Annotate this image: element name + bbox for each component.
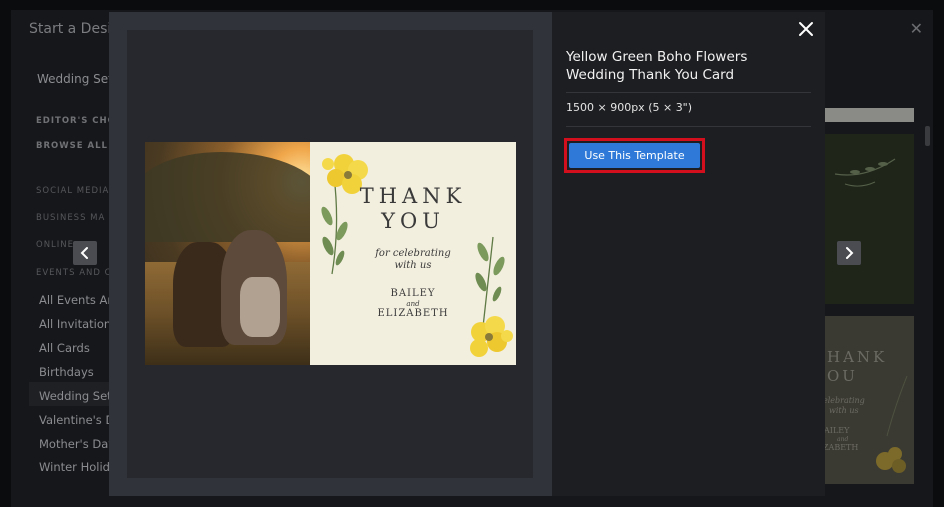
sidebar-group-online[interactable]: ONLINE	[36, 240, 74, 250]
sidebar-group-events[interactable]: EVENTS AND C	[36, 268, 112, 278]
background-template-card[interactable]: HANK OU elebrating with us AILEY and ZAB…	[825, 316, 914, 484]
divider	[566, 126, 811, 127]
sidebar-link-editors-choice[interactable]: EDITOR'S CHO	[36, 116, 116, 126]
sidebar-item-all-events[interactable]: All Events Ar	[39, 293, 112, 307]
sidebar-item-all-invitations[interactable]: All Invitation	[39, 317, 111, 331]
card-subtitle: with us	[394, 260, 432, 271]
background-dialog-title: Start a Desig	[29, 21, 121, 37]
chevron-right-icon	[846, 247, 854, 259]
template-dimensions: 1500 × 900px (5 × 3")	[566, 101, 693, 114]
sidebar-item-valentines-day[interactable]: Valentine's D	[39, 413, 114, 427]
scrollbar-thumb[interactable]	[925, 126, 930, 146]
card-subtitle: for celebrating	[375, 248, 451, 259]
card-and: and	[406, 300, 420, 308]
card-name: ELIZABETH	[377, 308, 449, 319]
preview-frame: THANK YOU for celebrating with us BAILEY…	[127, 30, 533, 478]
sidebar-title: Wedding Set	[37, 72, 113, 86]
sidebar-item-mothers-day[interactable]: Mother's Day	[39, 437, 115, 451]
preview-pane: THANK YOU for celebrating with us BAILEY…	[109, 12, 552, 496]
card-name: BAILEY	[390, 288, 436, 299]
background-close-icon[interactable]: ✕	[910, 19, 923, 38]
previous-template-button[interactable]	[73, 241, 97, 265]
sidebar-item-birthdays[interactable]: Birthdays	[39, 365, 94, 379]
photo-hill	[145, 152, 325, 242]
template-preview-modal: THANK YOU for celebrating with us BAILEY…	[109, 12, 825, 496]
template-info-pane: Yellow Green Boho Flowers Wedding Thank …	[552, 12, 825, 496]
background-template-card[interactable]	[825, 134, 914, 304]
flower-decoration-icon	[876, 375, 908, 473]
sidebar-group-social-media[interactable]: SOCIAL MEDIA	[36, 186, 109, 196]
template-title: Yellow Green Boho Flowers Wedding Thank …	[566, 49, 748, 83]
card-text-panel: THANK YOU for celebrating with us BAILEY…	[310, 142, 516, 365]
photo-sweater	[240, 277, 280, 337]
sidebar-link-browse-all[interactable]: BROWSE ALL T	[36, 141, 119, 151]
close-icon[interactable]	[798, 21, 814, 37]
sidebar-item-wedding-set[interactable]: Wedding Set	[39, 389, 112, 403]
card-heading-you: YOU	[381, 209, 445, 233]
template-preview-image: THANK YOU for celebrating with us BAILEY…	[145, 142, 516, 365]
chevron-left-icon	[80, 247, 88, 259]
sidebar-item-all-cards[interactable]: All Cards	[39, 341, 90, 355]
background-template-strip	[825, 108, 914, 122]
sidebar-item-winter-holiday[interactable]: Winter Holid	[39, 460, 110, 474]
divider	[566, 92, 811, 93]
leaf-decoration-icon	[834, 158, 896, 187]
next-template-button[interactable]	[837, 241, 861, 265]
use-this-template-button[interactable]: Use This Template	[569, 143, 700, 168]
sidebar-group-business[interactable]: BUSINESS MA	[36, 213, 105, 223]
card-heading-thank: THANK	[359, 184, 467, 208]
couple-photo	[145, 142, 325, 365]
